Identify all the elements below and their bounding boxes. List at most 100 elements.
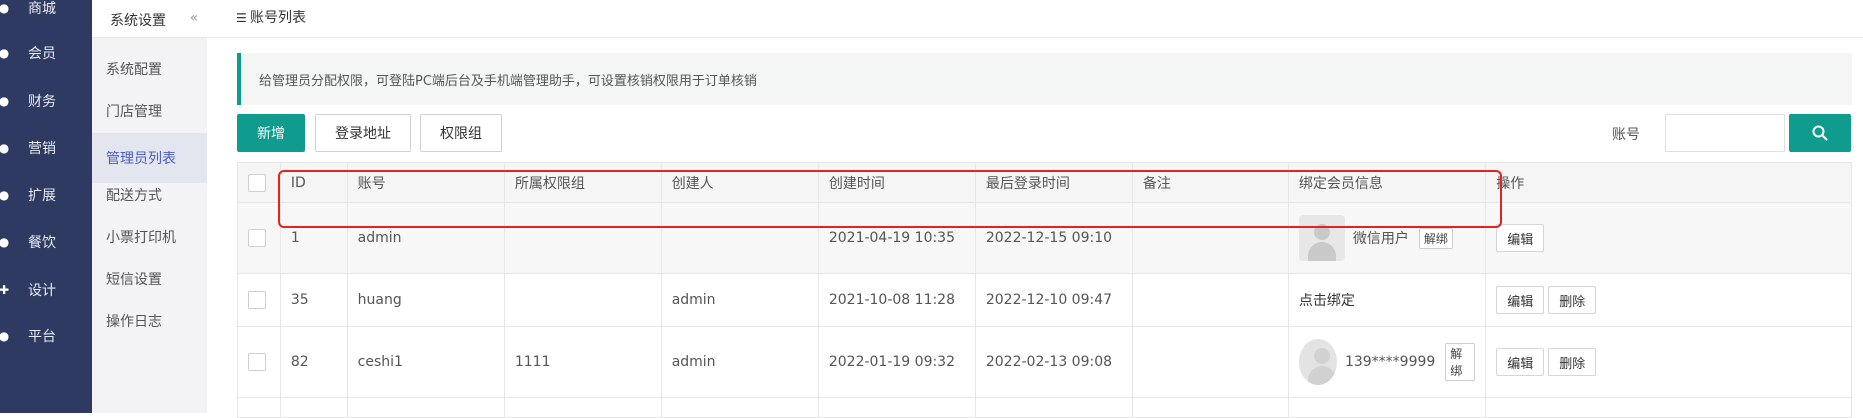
column-header: 最后登录时间 bbox=[974, 162, 1133, 203]
cell-creator bbox=[660, 202, 819, 274]
nav-item-store[interactable]: ● 商城 bbox=[0, 0, 92, 20]
column-header: 操作 bbox=[1485, 162, 1852, 203]
notice-text: 给管理员分配权限，可登陆PC端后台及手机端管理助手，可设置核销权限用于订单核销 bbox=[259, 73, 757, 89]
cell-note bbox=[1131, 202, 1289, 274]
cell-actions: 编辑 删除 bbox=[1485, 326, 1852, 398]
avatar bbox=[1298, 339, 1337, 385]
store-icon: ● bbox=[0, 1, 10, 15]
role-group-button[interactable]: 权限组 bbox=[420, 114, 502, 152]
main-content: ☰ 账号列表 给管理员分配权限，可登陆PC端后台及手机端管理助手，可设置核销权限… bbox=[207, 0, 1863, 418]
cell-last-login: 2022-12-15 09:10 bbox=[974, 202, 1133, 274]
nav-item-extend[interactable]: ● 扩展 bbox=[0, 183, 92, 207]
sub-nav-item-label: 管理员列表 bbox=[106, 151, 176, 167]
cell-member: 点击绑定 bbox=[1287, 273, 1487, 327]
nav-item-label: 扩展 bbox=[28, 188, 56, 204]
row-checkbox[interactable] bbox=[248, 291, 266, 309]
column-header: 账号 bbox=[346, 162, 505, 203]
login-url-button[interactable]: 登录地址 bbox=[315, 114, 411, 152]
cell-account: admin bbox=[346, 202, 505, 274]
delete-button[interactable]: 删除 bbox=[1548, 286, 1597, 314]
cell-account: huang bbox=[346, 273, 505, 327]
sub-nav-item-label: 配送方式 bbox=[106, 188, 162, 204]
table-row: 82 ceshi1 1111 admin 2022-01-19 09:32 20… bbox=[237, 326, 1852, 398]
cell-account: ceshi1 bbox=[346, 326, 505, 398]
cell-note bbox=[1131, 326, 1289, 398]
platform-icon: ● bbox=[0, 329, 10, 343]
nav-item-label: 餐饮 bbox=[28, 235, 56, 251]
account-table: ID 账号 所属权限组 创建人 创建时间 最后登录时间 备注 绑定会员信息 操作… bbox=[237, 162, 1852, 418]
cell-note bbox=[1131, 273, 1289, 327]
cell-created-time: 2021-04-19 10:35 bbox=[817, 202, 976, 274]
role-group-button-label: 权限组 bbox=[440, 126, 482, 142]
sub-nav: 系统设置 « 系统配置 门店管理 管理员列表 配送方式 小票打印机 短信设置 操… bbox=[92, 0, 207, 413]
collapse-icon[interactable]: « bbox=[185, 6, 203, 30]
unbind-button[interactable]: 解绑 bbox=[1445, 343, 1476, 381]
column-header: ID bbox=[279, 162, 348, 203]
sub-nav-title: 系统设置 bbox=[110, 13, 166, 29]
edit-button[interactable]: 编辑 bbox=[1496, 348, 1545, 376]
unbind-button[interactable]: 解绑 bbox=[1418, 227, 1453, 249]
sub-nav-item-operation-log[interactable]: 操作日志 bbox=[92, 296, 207, 346]
cell-last-login: 2022-02-13 09:08 bbox=[974, 326, 1133, 398]
sub-nav-item-label: 小票打印机 bbox=[106, 230, 176, 246]
finance-icon: ● bbox=[0, 94, 10, 108]
member-name: 微信用户 bbox=[1352, 231, 1409, 247]
table-row bbox=[237, 397, 1852, 418]
nav-item-food[interactable]: ● 餐饮 bbox=[0, 230, 92, 254]
add-button-label: 新增 bbox=[257, 126, 285, 142]
nav-item-design[interactable]: ✚ 设计 bbox=[0, 278, 92, 302]
column-header: 所属权限组 bbox=[503, 162, 662, 203]
avatar bbox=[1298, 215, 1345, 261]
nav-item-label: 会员 bbox=[28, 46, 56, 62]
cell-actions: 编辑 bbox=[1485, 202, 1852, 274]
table-row: 1 admin 2021-04-19 10:35 2022-12-15 09:1… bbox=[237, 202, 1852, 274]
nav-item-platform[interactable]: ● 平台 bbox=[0, 324, 92, 348]
cell-creator: admin bbox=[660, 326, 819, 398]
design-icon: ✚ bbox=[0, 283, 10, 297]
sub-nav-item-label: 系统配置 bbox=[106, 62, 162, 78]
cell-id: 1 bbox=[279, 202, 348, 274]
column-header: 创建人 bbox=[660, 162, 819, 203]
list-icon: ☰ bbox=[236, 11, 247, 25]
bind-member-link[interactable]: 点击绑定 bbox=[1299, 293, 1355, 309]
member-icon: ● bbox=[0, 46, 10, 60]
nav-item-label: 商城 bbox=[28, 1, 56, 17]
add-button[interactable]: 新增 bbox=[237, 114, 305, 152]
nav-item-member[interactable]: ● 会员 bbox=[0, 41, 92, 65]
nav-item-marketing[interactable]: ● 营销 bbox=[0, 136, 92, 160]
table-row: 35 huang admin 2021-10-08 11:28 2022-12-… bbox=[237, 273, 1852, 327]
column-header: 绑定会员信息 bbox=[1287, 162, 1487, 203]
page-header: ☰ 账号列表 bbox=[207, 0, 1863, 38]
extend-icon: ● bbox=[0, 188, 10, 202]
nav-item-label: 营销 bbox=[28, 141, 56, 157]
cell-last-login: 2022-12-10 09:47 bbox=[974, 273, 1133, 327]
nav-item-finance[interactable]: ● 财务 bbox=[0, 89, 92, 113]
member-name: 139****9999 bbox=[1344, 354, 1436, 370]
nav-item-label: 设计 bbox=[28, 283, 56, 299]
edit-button[interactable]: 编辑 bbox=[1496, 224, 1545, 252]
search-icon bbox=[1812, 125, 1828, 141]
member-binding: 微信用户 解绑 bbox=[1298, 215, 1475, 261]
edit-button[interactable]: 编辑 bbox=[1496, 286, 1545, 314]
table-header-row: ID 账号 所属权限组 创建人 创建时间 最后登录时间 备注 绑定会员信息 操作 bbox=[237, 162, 1852, 203]
search-label: 账号 bbox=[1612, 127, 1640, 143]
sub-nav-item-store-manage[interactable]: 门店管理 bbox=[92, 86, 207, 136]
column-header: 创建时间 bbox=[817, 162, 976, 203]
sub-nav-header: 系统设置 « bbox=[92, 0, 207, 38]
login-url-button-label: 登录地址 bbox=[335, 126, 391, 142]
search-button[interactable] bbox=[1789, 114, 1851, 152]
member-binding: 139****9999 解绑 bbox=[1298, 339, 1476, 385]
account-search-input[interactable] bbox=[1665, 114, 1785, 152]
cell-created-time: 2022-01-19 09:32 bbox=[817, 326, 976, 398]
cell-id: 82 bbox=[279, 326, 348, 398]
select-all-checkbox[interactable] bbox=[248, 173, 266, 192]
column-header: 备注 bbox=[1131, 162, 1289, 203]
row-checkbox[interactable] bbox=[248, 229, 266, 247]
main-nav: ● 商城 ● 会员 ● 财务 ● 营销 ● 扩展 ● 餐饮 ✚ 设计 ● 平台 bbox=[0, 0, 92, 413]
row-checkbox[interactable] bbox=[248, 353, 266, 371]
cell-member: 139****9999 解绑 bbox=[1287, 326, 1487, 398]
cell-group bbox=[503, 202, 662, 274]
delete-button[interactable]: 删除 bbox=[1548, 348, 1597, 376]
cell-created-time: 2021-10-08 11:28 bbox=[817, 273, 976, 327]
nav-item-label: 财务 bbox=[28, 94, 56, 110]
